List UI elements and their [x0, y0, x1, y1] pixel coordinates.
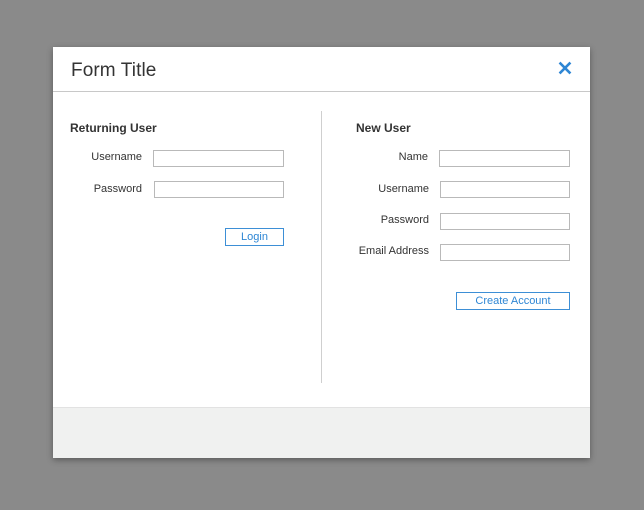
new-email-input[interactable]: [440, 244, 570, 261]
new-username-input[interactable]: [440, 181, 570, 198]
close-icon: [557, 60, 573, 76]
returning-user-heading: Returning User: [70, 121, 157, 135]
column-divider: [321, 111, 322, 383]
modal-header: Form Title: [53, 47, 590, 92]
returning-password-input[interactable]: [154, 181, 284, 198]
new-username-label: Username: [378, 183, 429, 195]
new-password-input[interactable]: [440, 213, 570, 230]
new-user-heading: New User: [356, 121, 411, 135]
new-password-label: Password: [380, 214, 429, 226]
new-name-input[interactable]: [439, 150, 570, 167]
modal-footer: [53, 407, 590, 458]
close-button[interactable]: [557, 60, 573, 76]
new-email-label: Email Address: [358, 245, 429, 257]
returning-username-label: Username: [91, 151, 142, 163]
new-name-label: Name: [398, 151, 428, 163]
returning-password-label: Password: [93, 183, 142, 195]
login-button[interactable]: Login: [225, 228, 284, 246]
create-account-button[interactable]: Create Account: [456, 292, 570, 310]
returning-username-input[interactable]: [153, 150, 284, 167]
form-modal: Form Title Returning User Username Passw…: [53, 47, 590, 458]
modal-title: Form Title: [71, 60, 157, 81]
